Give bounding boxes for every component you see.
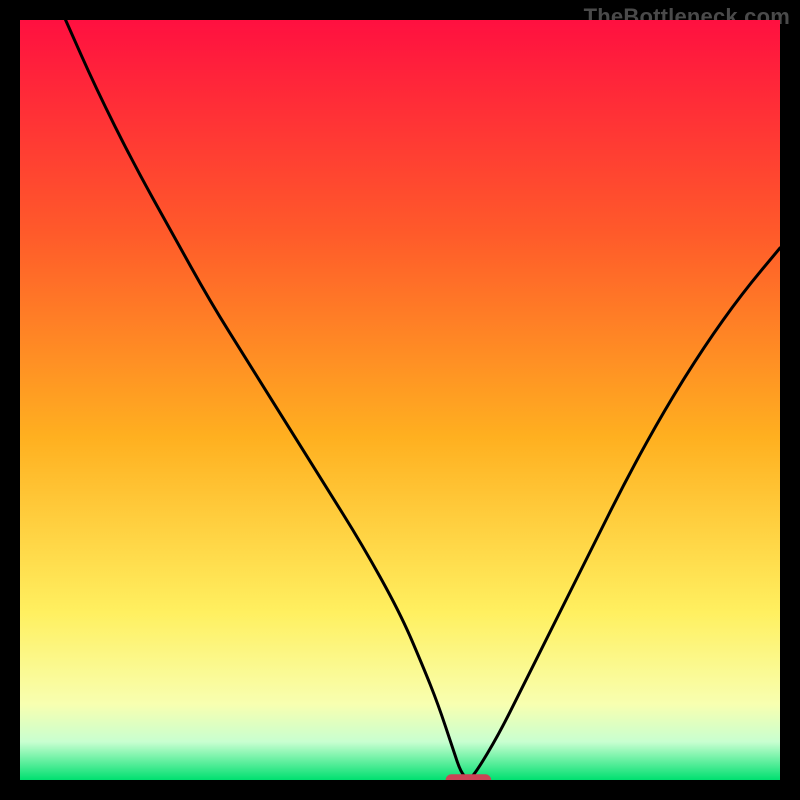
gradient-background — [20, 20, 780, 780]
optimal-marker — [446, 774, 492, 780]
bottleneck-chart — [20, 20, 780, 780]
chart-frame: TheBottleneck.com — [0, 0, 800, 800]
